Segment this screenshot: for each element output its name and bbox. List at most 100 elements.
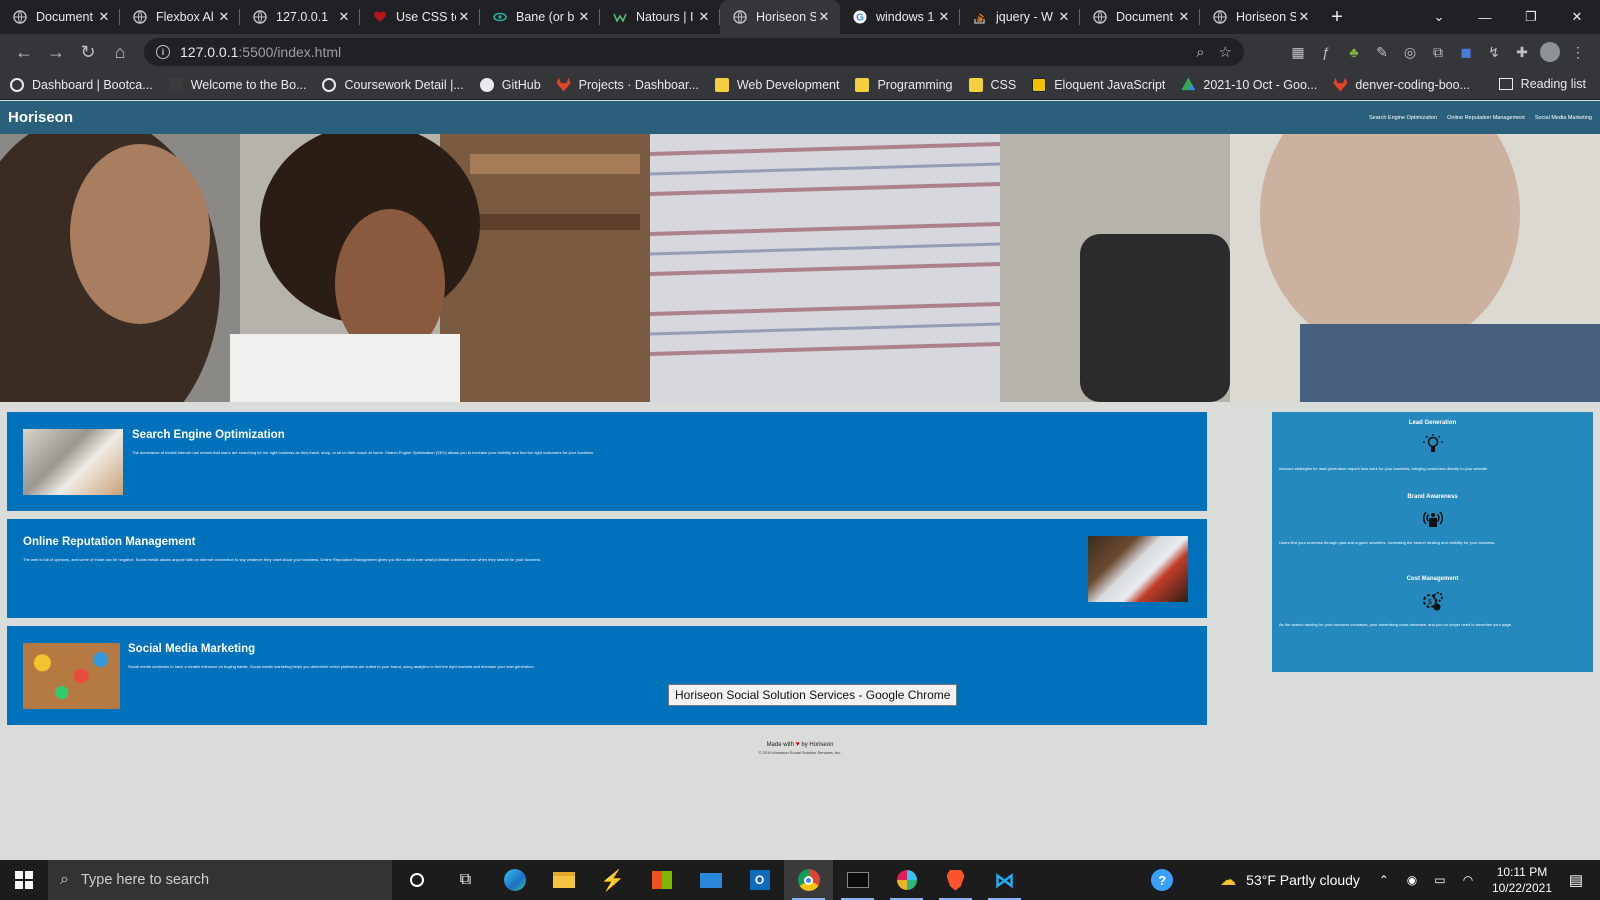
tree-extension-icon[interactable]: ♣: [1340, 38, 1368, 66]
bookmark-item[interactable]: CSS: [968, 77, 1016, 92]
bookmark-item[interactable]: Dashboard | Bootca...: [10, 77, 153, 92]
svg-text:$: $: [1428, 599, 1432, 606]
nav-link-seo[interactable]: Search Engine Optimization: [1369, 115, 1437, 121]
store-icon[interactable]: [637, 860, 686, 900]
bookmark-item[interactable]: Web Development: [714, 77, 840, 92]
cortana-icon[interactable]: [392, 860, 441, 900]
chrome-icon[interactable]: [784, 860, 833, 900]
bookmark-item[interactable]: GitHub: [479, 77, 541, 92]
new-tab-button[interactable]: +: [1320, 0, 1354, 34]
address-bar[interactable]: i 127.0.0.1:5500/index.html ⌕ ☆: [144, 38, 1244, 66]
browser-tab[interactable]: jquery - W ✕: [960, 0, 1080, 34]
windows-logo-icon: [15, 871, 33, 889]
brave-icon[interactable]: [931, 860, 980, 900]
extension-icon[interactable]: ▦: [1284, 38, 1312, 66]
outlook-icon[interactable]: O: [735, 860, 784, 900]
file-explorer-icon[interactable]: [539, 860, 588, 900]
terminal-icon[interactable]: [833, 860, 882, 900]
bookmark-item[interactable]: Projects · Dashboar...: [556, 77, 699, 92]
browser-tab[interactable]: Flexbox Al ✕: [120, 0, 240, 34]
bookmark-item[interactable]: denver-coding-boo...: [1333, 77, 1470, 92]
weather-text[interactable]: 53°F Partly cloudy: [1246, 872, 1360, 888]
close-tab-icon[interactable]: ✕: [1056, 9, 1072, 25]
notification-icon[interactable]: ▤: [1564, 871, 1588, 889]
puzzle-icon[interactable]: ✚: [1508, 38, 1536, 66]
extension-icon[interactable]: ↯: [1480, 38, 1508, 66]
chevron-up-icon[interactable]: ⌃: [1372, 873, 1396, 887]
pen-extension-icon[interactable]: ✎: [1368, 38, 1396, 66]
bookmark-label: Eloquent JavaScript: [1054, 77, 1166, 92]
browser-tab[interactable]: Natours | I ✕: [600, 0, 720, 34]
bookmark-star-icon[interactable]: ☆: [1219, 43, 1232, 61]
browser-tab[interactable]: Bane (or b ✕: [480, 0, 600, 34]
benefit-brand: Brand Awareness Users find your business…: [1272, 494, 1593, 576]
mail-icon[interactable]: [686, 860, 735, 900]
tab-search-icon[interactable]: ⌄: [1416, 0, 1462, 34]
restore-icon[interactable]: ❐: [1508, 0, 1554, 34]
browser-tab[interactable]: Use CSS te ✕: [360, 0, 480, 34]
task-view-icon[interactable]: ⧉: [441, 860, 490, 900]
close-tab-icon[interactable]: ✕: [936, 9, 952, 25]
slack-icon[interactable]: [882, 860, 931, 900]
reload-icon[interactable]: ↻: [72, 36, 104, 68]
close-tab-icon[interactable]: ✕: [816, 9, 832, 25]
extension-icon[interactable]: ◼: [1452, 38, 1480, 66]
nav-link-social[interactable]: Social Media Marketing: [1535, 115, 1592, 121]
card-heading: Online Reputation Management: [23, 536, 196, 548]
bookmark-item[interactable]: 2021-10 Oct - Goo...: [1181, 77, 1317, 92]
system-tray: ? ☁ 53°F Partly cloudy ⌃ ◉ ▭ ◠ 10:11 PM …: [1148, 860, 1600, 900]
close-tab-icon[interactable]: ✕: [576, 9, 592, 25]
site-info-icon[interactable]: i: [156, 45, 170, 59]
back-arrow-icon[interactable]: ←: [8, 36, 40, 68]
bookmark-item[interactable]: Eloquent JavaScript: [1032, 77, 1166, 92]
close-tab-icon[interactable]: ✕: [456, 9, 472, 25]
weather-icon[interactable]: ☁: [1216, 870, 1240, 890]
browser-tab[interactable]: Horiseon S ✕: [1200, 0, 1320, 34]
extension-icon[interactable]: ⧉: [1424, 38, 1452, 66]
window-controls: ⌄ — ❐ ✕: [1416, 0, 1600, 34]
camera-icon[interactable]: ◉: [1400, 873, 1424, 887]
browser-tab[interactable]: G windows 1 ✕: [840, 0, 960, 34]
page-icon: [168, 77, 183, 92]
zoom-icon[interactable]: ⌕: [1196, 44, 1204, 61]
tab-title: Bane (or b: [516, 10, 575, 24]
vscode-icon[interactable]: ⋈: [980, 860, 1029, 900]
avatar[interactable]: [1536, 38, 1564, 66]
close-tab-icon[interactable]: ✕: [1176, 9, 1192, 25]
edge-icon[interactable]: [490, 860, 539, 900]
browser-tab[interactable]: Document ✕: [0, 0, 120, 34]
bookmark-label: Web Development: [736, 77, 840, 92]
bookmark-label: Projects · Dashboar...: [578, 77, 699, 92]
taskbar-search[interactable]: ⌕ Type here to search: [48, 860, 392, 900]
extension-icon[interactable]: ƒ: [1312, 38, 1340, 66]
close-tab-icon[interactable]: ✕: [216, 9, 232, 25]
help-icon[interactable]: ?: [1150, 869, 1174, 891]
close-window-icon[interactable]: ✕: [1554, 0, 1600, 34]
bookmark-label: Programming: [877, 77, 953, 92]
wifi-icon[interactable]: ◠: [1456, 873, 1480, 887]
target-extension-icon[interactable]: ◎: [1396, 38, 1424, 66]
close-tab-icon[interactable]: ✕: [696, 9, 712, 25]
browser-tab-active[interactable]: Horiseon S ✕: [720, 0, 840, 34]
bookmark-item[interactable]: Programming: [855, 77, 953, 92]
close-tab-icon[interactable]: ✕: [336, 9, 352, 25]
battery-icon[interactable]: ▭: [1428, 873, 1452, 887]
bookmark-item[interactable]: Welcome to the Bo...: [168, 77, 306, 92]
close-tab-icon[interactable]: ✕: [96, 9, 112, 25]
gitlab-icon: [1333, 77, 1348, 92]
start-button[interactable]: [0, 860, 48, 900]
minimize-icon[interactable]: —: [1462, 0, 1508, 34]
browser-tab[interactable]: 127.0.0.1 ✕: [240, 0, 360, 34]
close-tab-icon[interactable]: ✕: [1296, 9, 1312, 25]
bookmark-item[interactable]: Coursework Detail |...: [322, 77, 464, 92]
card-heading: Social Media Marketing: [128, 643, 256, 655]
home-icon[interactable]: ⌂: [104, 36, 136, 68]
reading-list-button[interactable]: Reading list: [1498, 77, 1586, 91]
app-icon[interactable]: ⚡: [588, 860, 637, 900]
menu-kebab-icon[interactable]: ⋮: [1564, 38, 1592, 66]
taskbar-clock[interactable]: 10:11 PM 10/22/2021: [1492, 864, 1552, 896]
forward-arrow-icon[interactable]: →: [40, 36, 72, 68]
card-text: The web is full of opinions, and some of…: [23, 557, 542, 562]
browser-tab[interactable]: Document ✕: [1080, 0, 1200, 34]
nav-link-reputation[interactable]: Online Reputation Management: [1447, 115, 1525, 121]
